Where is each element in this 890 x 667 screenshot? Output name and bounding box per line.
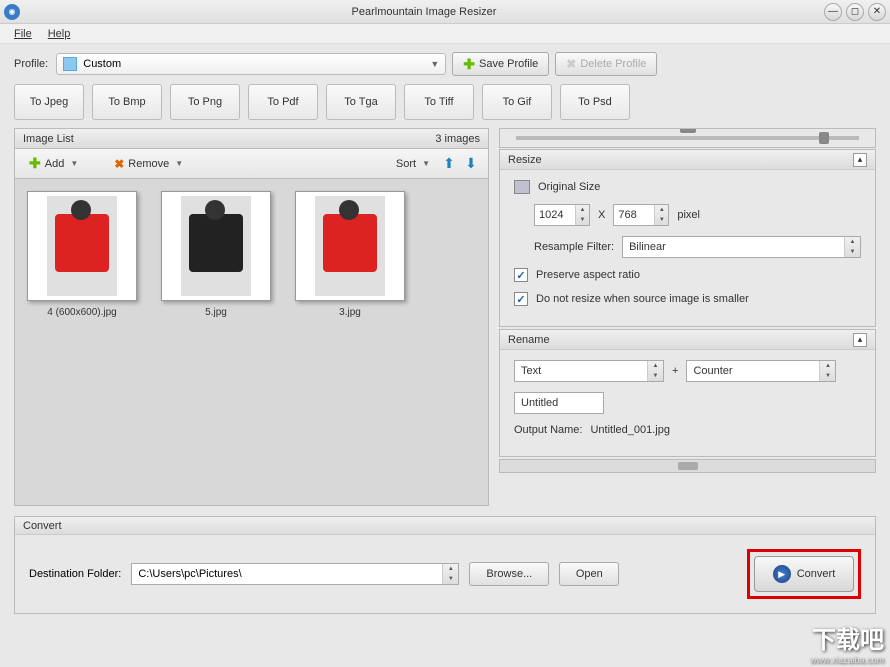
filter-label: Resample Filter: [534, 241, 614, 253]
original-size-checkbox[interactable] [514, 180, 530, 194]
document-icon [63, 57, 77, 71]
quality-section [499, 128, 876, 148]
save-profile-button[interactable]: ✚ Save Profile [452, 52, 549, 76]
move-up-button[interactable]: ⬆ [440, 155, 458, 173]
add-button[interactable]: ✚ Add ▼ [23, 153, 84, 174]
watermark-url: www.xiazaiba.com [810, 655, 884, 665]
profile-label: Profile: [14, 58, 48, 70]
output-name-label: Output Name: [514, 424, 582, 436]
rename-title: Rename [508, 334, 550, 346]
minimize-button[interactable]: — [824, 3, 842, 21]
tab-gif[interactable]: To Gif [482, 84, 552, 120]
caret-down-icon: ▼ [175, 159, 183, 168]
scroll-thumb[interactable] [678, 462, 698, 470]
tab-psd[interactable]: To Psd [560, 84, 630, 120]
unit-label: pixel [677, 209, 700, 221]
window-title: Pearlmountain Image Resizer [28, 6, 820, 18]
output-name-value: Untitled_001.jpg [590, 424, 670, 436]
browse-button[interactable]: Browse... [469, 562, 549, 586]
menu-file[interactable]: File [6, 26, 40, 42]
destination-label: Destination Folder: [29, 568, 121, 580]
menu-help[interactable]: Help [40, 26, 79, 42]
resize-section: Resize ▴ Original Size 1024 ▲▼ X 768 ▲▼ [499, 149, 876, 327]
app-icon: ◉ [4, 4, 20, 20]
thumbnail-label: 4 (600x600).jpg [47, 307, 117, 318]
height-input[interactable]: 768 ▲▼ [613, 204, 669, 226]
convert-highlight: ▶ Convert [747, 549, 861, 599]
convert-title: Convert [23, 520, 62, 532]
rename-part2-select[interactable]: Counter ▲▼ [686, 360, 836, 382]
tab-png[interactable]: To Png [170, 84, 240, 120]
collapse-button[interactable]: ▴ [853, 153, 867, 167]
plus-label: + [672, 365, 678, 377]
menu-bar: File Help [0, 24, 890, 44]
tab-bmp[interactable]: To Bmp [92, 84, 162, 120]
convert-button[interactable]: ▶ Convert [754, 556, 854, 592]
preserve-aspect-checkbox[interactable] [514, 268, 528, 282]
format-tabs: To Jpeg To Bmp To Png To Pdf To Tga To T… [0, 84, 890, 128]
list-item[interactable]: 4 (600x600).jpg [27, 191, 137, 318]
watermark-text: 下载吧 [810, 620, 884, 655]
profile-value: Custom [83, 58, 121, 70]
close-button[interactable]: ✕ [868, 3, 886, 21]
thumbnail-image [315, 196, 385, 296]
list-item[interactable]: 3.jpg [295, 191, 405, 318]
sort-button[interactable]: Sort ▼ [390, 156, 436, 172]
collapse-button[interactable]: ▴ [853, 333, 867, 347]
settings-panel: Resize ▴ Original Size 1024 ▲▼ X 768 ▲▼ [499, 128, 876, 506]
no-upscale-checkbox[interactable] [514, 292, 528, 306]
thumbnail-image [181, 196, 251, 296]
tab-tga[interactable]: To Tga [326, 84, 396, 120]
delete-profile-button[interactable]: ✖ Delete Profile [555, 52, 657, 76]
rename-text-input[interactable]: Untitled [514, 392, 604, 414]
width-input[interactable]: 1024 ▲▼ [534, 204, 590, 226]
image-list-toolbar: ✚ Add ▼ ✖ Remove ▼ Sort ▼ ⬆ ⬇ [14, 148, 489, 178]
resize-title: Resize [508, 154, 542, 166]
image-count: 3 images [435, 133, 480, 145]
move-down-button[interactable]: ⬇ [462, 155, 480, 173]
original-size-label: Original Size [538, 181, 600, 193]
tab-tiff[interactable]: To Tiff [404, 84, 474, 120]
x-icon: ✖ [114, 157, 124, 171]
remove-button[interactable]: ✖ Remove ▼ [108, 155, 189, 173]
rename-part1-select[interactable]: Text ▲▼ [514, 360, 664, 382]
profile-select[interactable]: Custom ▼ [56, 53, 446, 75]
title-bar: ◉ Pearlmountain Image Resizer — ◻ ✕ [0, 0, 890, 24]
destination-folder-select[interactable]: C:\Users\pc\Pictures\ ▲▼ [131, 563, 459, 585]
no-upscale-label: Do not resize when source image is small… [536, 293, 749, 305]
rename-section: Rename ▴ Text ▲▼ + Counter ▲▼ [499, 329, 876, 457]
drag-handle-icon[interactable] [680, 128, 696, 133]
scroll-bar[interactable] [499, 459, 876, 473]
thumbnail-label: 5.jpg [205, 307, 227, 318]
preserve-aspect-label: Preserve aspect ratio [536, 269, 640, 281]
thumbnail-area[interactable]: 4 (600x600).jpg 5.jpg 3.jpg [14, 178, 489, 506]
quality-slider[interactable] [516, 136, 859, 140]
caret-down-icon: ▼ [70, 159, 78, 168]
plus-icon: ✚ [463, 56, 475, 73]
list-item[interactable]: 5.jpg [161, 191, 271, 318]
image-list-panel: Image List 3 images ✚ Add ▼ ✖ Remove ▼ S… [14, 128, 489, 506]
thumbnail-image [47, 196, 117, 296]
caret-down-icon: ▼ [422, 159, 430, 168]
open-button[interactable]: Open [559, 562, 619, 586]
x-label: X [598, 209, 605, 221]
plus-icon: ✚ [29, 155, 41, 172]
x-icon: ✖ [566, 57, 576, 71]
image-list-title: Image List [23, 133, 74, 145]
play-icon: ▶ [773, 565, 791, 583]
resample-filter-select[interactable]: Bilinear ▲▼ [622, 236, 861, 258]
profile-row: Profile: Custom ▼ ✚ Save Profile ✖ Delet… [0, 44, 890, 84]
image-list-header: Image List 3 images [14, 128, 489, 148]
chevron-down-icon: ▼ [430, 59, 439, 69]
convert-panel: Convert Destination Folder: C:\Users\pc\… [14, 516, 876, 614]
maximize-button[interactable]: ◻ [846, 3, 864, 21]
tab-pdf[interactable]: To Pdf [248, 84, 318, 120]
tab-jpeg[interactable]: To Jpeg [14, 84, 84, 120]
thumbnail-label: 3.jpg [339, 307, 361, 318]
